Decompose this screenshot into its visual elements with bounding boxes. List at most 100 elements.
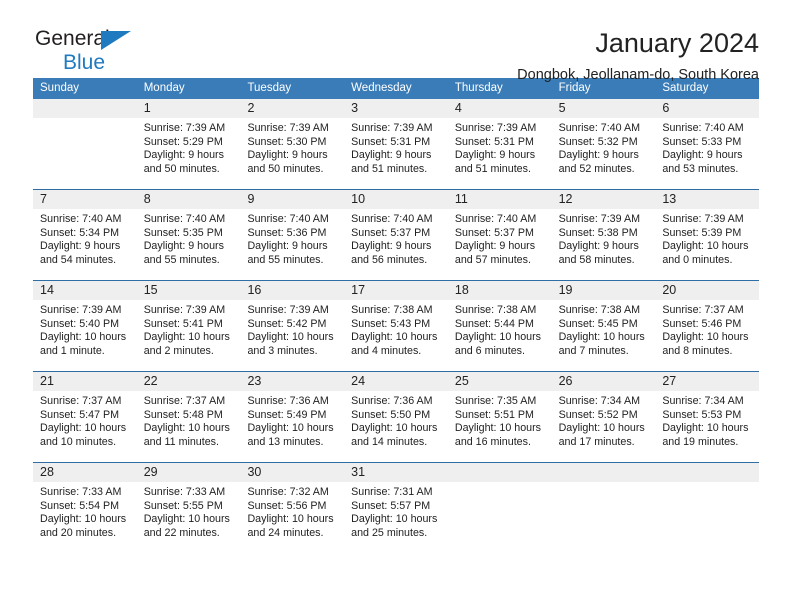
day-detail-line: Sunrise: 7:39 AM: [247, 304, 329, 316]
day-cell[interactable]: Sunrise: 7:34 AM Sunset: 5:53 PM Daylight:…: [655, 391, 759, 462]
day-detail-line: Sunrise: 7:37 AM: [40, 395, 122, 407]
day-detail-line: Daylight: 10 hours: [40, 513, 127, 526]
day-cell[interactable]: Sunrise: 7:39 AM Sunset: 5:31 PM Daylight:…: [344, 118, 448, 189]
day-detail-line: Sunset: 5:37 PM: [351, 226, 431, 239]
day-cell[interactable]: Sunrise: 7:38 AM Sunset: 5:43 PM Daylight:…: [344, 300, 448, 371]
day-number-empty: [552, 463, 656, 482]
day-cell[interactable]: Sunrise: 7:39 AM Sunset: 5:38 PM Daylight:…: [552, 209, 656, 280]
day-number[interactable]: 24: [344, 372, 448, 391]
day-cell[interactable]: Sunrise: 7:39 AM Sunset: 5:40 PM Daylight:…: [33, 300, 137, 371]
day-cell[interactable]: Sunrise: 7:33 AM Sunset: 5:55 PM Daylight:…: [137, 482, 241, 553]
day-detail-line: Sunset: 5:55 PM: [143, 499, 223, 512]
day-cell[interactable]: Sunrise: 7:32 AM Sunset: 5:56 PM Daylight:…: [240, 482, 344, 553]
day-cell[interactable]: Sunrise: 7:38 AM Sunset: 5:44 PM Daylight:…: [448, 300, 552, 371]
day-cell[interactable]: Sunrise: 7:37 AM Sunset: 5:48 PM Daylight:…: [137, 391, 241, 462]
day-number[interactable]: 17: [344, 281, 448, 300]
day-cell[interactable]: Sunrise: 7:39 AM Sunset: 5:30 PM Daylight:…: [240, 118, 344, 189]
day-detail-line: Sunrise: 7:39 AM: [454, 122, 537, 134]
day-cell[interactable]: Sunrise: 7:37 AM Sunset: 5:47 PM Daylight:…: [33, 391, 137, 462]
day-number[interactable]: 27: [655, 372, 759, 391]
day-cell[interactable]: Sunrise: 7:36 AM Sunset: 5:50 PM Daylight:…: [344, 391, 448, 462]
day-detail-line: Sunset: 5:31 PM: [351, 135, 431, 148]
day-cell[interactable]: Sunrise: 7:40 AM Sunset: 5:37 PM Daylight:…: [344, 209, 448, 280]
week-daynumber-row: 21 22 23 24 25 26 27: [33, 372, 759, 391]
brand-logo-top: General: [35, 28, 155, 51]
brand-name-blue: Blue: [63, 51, 106, 74]
day-number[interactable]: 15: [137, 281, 241, 300]
day-cell[interactable]: Sunrise: 7:34 AM Sunset: 5:52 PM Daylight:…: [552, 391, 656, 462]
weekday-header-friday: Friday: [558, 82, 591, 94]
day-cell[interactable]: Sunrise: 7:39 AM Sunset: 5:39 PM Daylight:…: [655, 209, 759, 280]
day-detail-line: Daylight: 10 hours: [143, 422, 230, 435]
day-detail-line: Daylight: 9 hours: [454, 149, 536, 162]
day-number[interactable]: 21: [33, 372, 137, 391]
day-detail-line: Daylight: 9 hours: [143, 149, 224, 162]
day-cell[interactable]: Sunrise: 7:39 AM Sunset: 5:29 PM Daylight:…: [137, 118, 241, 189]
day-number[interactable]: 18: [448, 281, 552, 300]
day-detail-line: Daylight: 10 hours: [247, 422, 334, 435]
day-number[interactable]: 22: [137, 372, 241, 391]
day-number[interactable]: 3: [344, 99, 448, 118]
day-cell[interactable]: Sunrise: 7:40 AM Sunset: 5:33 PM Daylight:…: [655, 118, 759, 189]
week-daynumber-row: 14 15 16 17 18 19 20: [33, 281, 759, 300]
day-cell[interactable]: Sunrise: 7:40 AM Sunset: 5:37 PM Daylight:…: [448, 209, 552, 280]
day-number[interactable]: 11: [448, 190, 552, 209]
day-detail-line: Sunset: 5:52 PM: [558, 408, 638, 421]
calendar-grid: Sunday Monday Tuesday Wednesday Thursday…: [33, 78, 759, 553]
day-detail-line: Sunrise: 7:37 AM: [662, 304, 744, 316]
day-cell[interactable]: Sunrise: 7:39 AM Sunset: 5:41 PM Daylight:…: [137, 300, 241, 371]
day-detail-line: and 13 minutes.: [247, 435, 324, 448]
day-cell[interactable]: Sunrise: 7:31 AM Sunset: 5:57 PM Daylight:…: [344, 482, 448, 553]
day-number[interactable]: 4: [448, 99, 552, 118]
day-detail-line: Sunset: 5:47 PM: [40, 408, 120, 421]
day-number[interactable]: 31: [344, 463, 448, 482]
day-detail-line: and 58 minutes.: [558, 253, 635, 266]
day-number[interactable]: 10: [344, 190, 448, 209]
day-number[interactable]: 26: [552, 372, 656, 391]
day-number[interactable]: 5: [552, 99, 656, 118]
day-cell[interactable]: Sunrise: 7:33 AM Sunset: 5:54 PM Daylight:…: [33, 482, 137, 553]
day-detail-line: and 25 minutes.: [351, 526, 428, 539]
day-cell[interactable]: Sunrise: 7:39 AM Sunset: 5:42 PM Daylight:…: [240, 300, 344, 371]
day-number[interactable]: 13: [655, 190, 759, 209]
day-detail-line: Sunset: 5:57 PM: [351, 499, 431, 512]
day-number[interactable]: 20: [655, 281, 759, 300]
day-detail-line: Sunrise: 7:40 AM: [662, 122, 744, 134]
day-number[interactable]: 8: [137, 190, 241, 209]
day-detail-line: Sunrise: 7:39 AM: [662, 213, 744, 225]
day-number[interactable]: 9: [240, 190, 344, 209]
day-number[interactable]: 7: [33, 190, 137, 209]
day-cell[interactable]: Sunrise: 7:40 AM Sunset: 5:34 PM Daylight:…: [33, 209, 137, 280]
day-detail-line: and 55 minutes.: [247, 253, 324, 266]
day-detail-line: Sunrise: 7:40 AM: [558, 122, 640, 134]
day-detail-line: Daylight: 9 hours: [351, 240, 432, 253]
day-detail-line: Sunrise: 7:33 AM: [143, 486, 226, 498]
day-number[interactable]: 6: [655, 99, 759, 118]
day-number[interactable]: 23: [240, 372, 344, 391]
day-cell[interactable]: Sunrise: 7:38 AM Sunset: 5:45 PM Daylight:…: [552, 300, 656, 371]
day-detail-line: Sunrise: 7:38 AM: [454, 304, 537, 316]
day-cell[interactable]: Sunrise: 7:40 AM Sunset: 5:35 PM Daylight:…: [137, 209, 241, 280]
day-cell[interactable]: Sunrise: 7:40 AM Sunset: 5:36 PM Daylight:…: [240, 209, 344, 280]
day-number[interactable]: 28: [33, 463, 137, 482]
page-title: January 2024: [595, 28, 759, 58]
day-detail-line: Sunrise: 7:36 AM: [247, 395, 329, 407]
day-cell[interactable]: Sunrise: 7:37 AM Sunset: 5:46 PM Daylight:…: [655, 300, 759, 371]
day-cell[interactable]: Sunrise: 7:39 AM Sunset: 5:31 PM Daylight:…: [448, 118, 552, 189]
day-cell[interactable]: Sunrise: 7:40 AM Sunset: 5:32 PM Daylight:…: [552, 118, 656, 189]
day-detail-line: and 2 minutes.: [143, 344, 214, 357]
day-number[interactable]: 29: [137, 463, 241, 482]
day-number[interactable]: 25: [448, 372, 552, 391]
day-number[interactable]: 19: [552, 281, 656, 300]
day-detail-line: Sunset: 5:30 PM: [247, 135, 327, 148]
day-cell[interactable]: Sunrise: 7:36 AM Sunset: 5:49 PM Daylight:…: [240, 391, 344, 462]
day-cell[interactable]: Sunrise: 7:35 AM Sunset: 5:51 PM Daylight:…: [448, 391, 552, 462]
day-number[interactable]: 2: [240, 99, 344, 118]
day-number[interactable]: 16: [240, 281, 344, 300]
day-number[interactable]: 30: [240, 463, 344, 482]
day-number[interactable]: 1: [137, 99, 241, 118]
day-number[interactable]: 14: [33, 281, 137, 300]
day-number[interactable]: 12: [552, 190, 656, 209]
day-detail-line: Sunrise: 7:35 AM: [454, 395, 537, 407]
day-detail-line: and 10 minutes.: [40, 435, 117, 448]
